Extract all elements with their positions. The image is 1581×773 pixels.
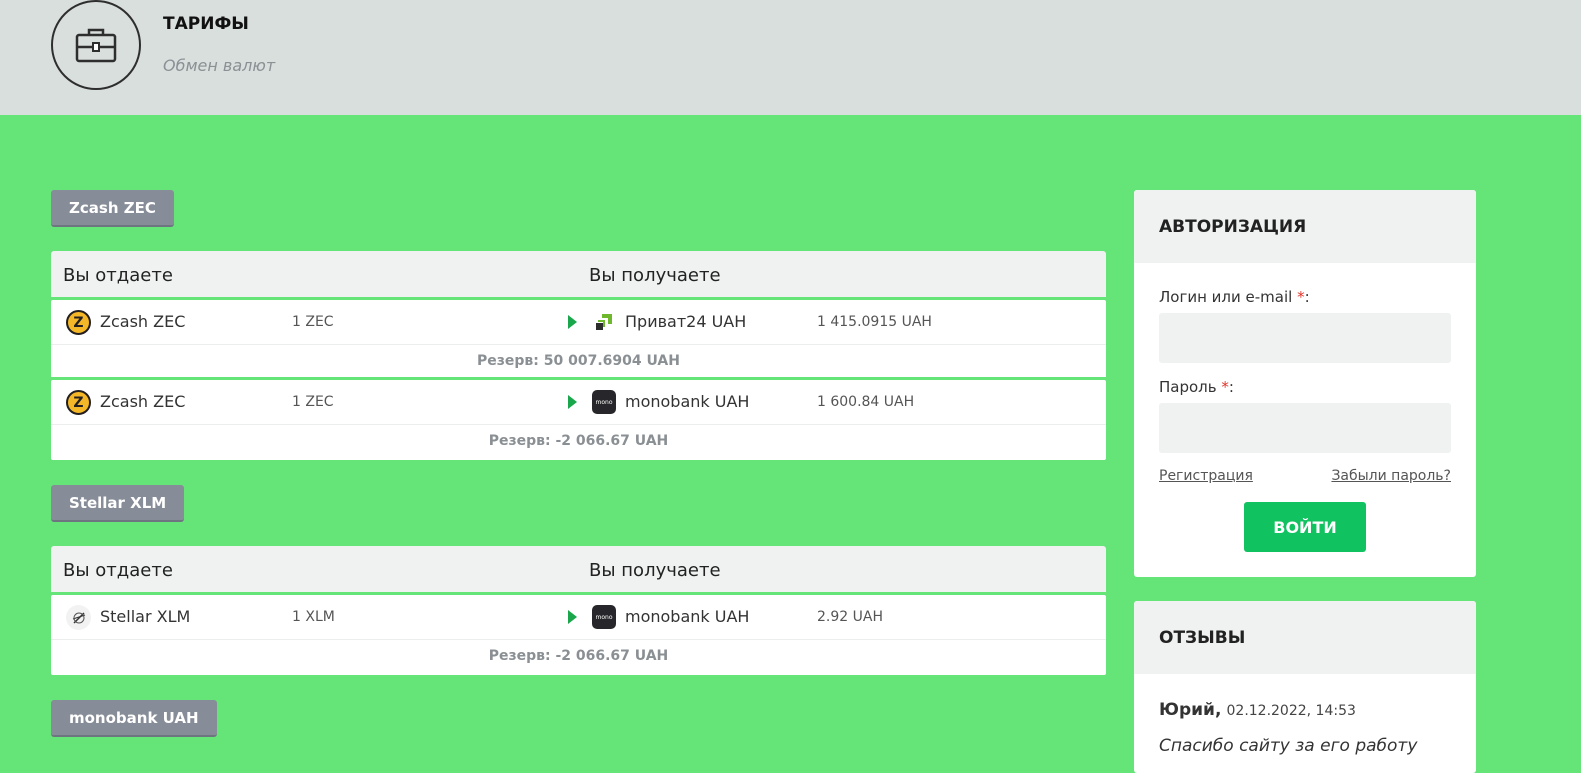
login-button[interactable]: ВОЙТИ xyxy=(1244,502,1366,552)
rates-table: Z Zcash ZEC 1 ZEC Приват24 UAH 1 415.091… xyxy=(51,300,1106,460)
table-header: Вы отдаете Вы получаете xyxy=(51,546,1106,595)
give-amount: 1 ZEC xyxy=(292,314,334,330)
column-get: Вы получаете xyxy=(589,560,721,581)
column-give: Вы отдаете xyxy=(63,265,173,286)
rate-row[interactable]: Z Zcash ZEC 1 ZEC mono monobank UAH 1 60… xyxy=(51,380,1106,460)
briefcase-icon xyxy=(51,0,141,90)
page-header: ТАРИФЫ Обмен валют xyxy=(0,0,1581,115)
arrow-right-icon xyxy=(568,395,577,409)
review-item: Юрий, 02.12.2022, 14:53 Спасибо сайту за… xyxy=(1134,674,1476,756)
column-give: Вы отдаете xyxy=(63,560,173,581)
reserve-amount: Резерв: -2 066.67 UAH xyxy=(488,648,669,664)
review-date: 02.12.2022, 14:53 xyxy=(1226,703,1356,719)
reviews-widget: ОТЗЫВЫ Юрий, 02.12.2022, 14:53 Спасибо с… xyxy=(1134,601,1476,773)
login-input[interactable] xyxy=(1159,313,1451,363)
login-label: Логин или e-mail *: xyxy=(1159,288,1310,306)
rate-row[interactable]: Z Zcash ZEC 1 ZEC Приват24 UAH 1 415.091… xyxy=(51,300,1106,380)
get-currency: monobank UAH xyxy=(625,607,750,626)
page-title: ТАРИФЫ xyxy=(163,14,249,34)
password-input[interactable] xyxy=(1159,403,1451,453)
tariffs-list: Zcash ZEC Вы отдаете Вы получаете Z Zcas… xyxy=(51,190,1106,737)
get-amount: 1 415.0915 UAH xyxy=(817,314,932,330)
auth-title: АВТОРИЗАЦИЯ xyxy=(1134,190,1476,263)
reviews-title: ОТЗЫВЫ xyxy=(1134,601,1476,674)
review-author: Юрий, xyxy=(1159,700,1222,720)
zcash-icon: Z xyxy=(66,390,91,415)
zcash-icon: Z xyxy=(66,310,91,335)
give-currency: Zcash ZEC xyxy=(100,392,186,411)
rates-table: Stellar XLM 1 XLM mono monobank UAH 2.92… xyxy=(51,595,1106,675)
arrow-right-icon xyxy=(568,610,577,624)
page-subtitle: Обмен валют xyxy=(163,56,276,75)
give-currency: Zcash ZEC xyxy=(100,312,186,331)
reserve-amount: Резерв: 50 007.6904 UAH xyxy=(477,353,680,369)
group-button-monobank[interactable]: monobank UAH xyxy=(51,700,217,737)
auth-widget: АВТОРИЗАЦИЯ Логин или e-mail *: Пароль *… xyxy=(1134,190,1476,577)
arrow-right-icon xyxy=(568,315,577,329)
privat24-icon xyxy=(592,310,616,334)
stellar-icon xyxy=(66,605,91,630)
rate-row[interactable]: Stellar XLM 1 XLM mono monobank UAH 2.92… xyxy=(51,595,1106,675)
register-link[interactable]: Регистрация xyxy=(1159,468,1253,484)
monobank-icon: mono xyxy=(592,390,616,414)
group-button-stellar[interactable]: Stellar XLM xyxy=(51,485,185,522)
password-label: Пароль *: xyxy=(1159,378,1234,396)
review-text: Спасибо сайту за его работу xyxy=(1159,736,1418,756)
give-amount: 1 ZEC xyxy=(292,394,334,410)
reserve-amount: Резерв: -2 066.67 UAH xyxy=(488,433,669,449)
get-amount: 2.92 UAH xyxy=(817,609,883,625)
get-currency: monobank UAH xyxy=(625,392,750,411)
column-get: Вы получаете xyxy=(589,265,721,286)
monobank-icon: mono xyxy=(592,605,616,629)
give-currency: Stellar XLM xyxy=(100,607,191,626)
get-amount: 1 600.84 UAH xyxy=(817,394,915,410)
get-currency: Приват24 UAH xyxy=(625,312,747,331)
table-header: Вы отдаете Вы получаете xyxy=(51,251,1106,300)
give-amount: 1 XLM xyxy=(292,609,335,625)
group-button-zcash[interactable]: Zcash ZEC xyxy=(51,190,174,227)
forgot-password-link[interactable]: Забыли пароль? xyxy=(1331,468,1451,484)
